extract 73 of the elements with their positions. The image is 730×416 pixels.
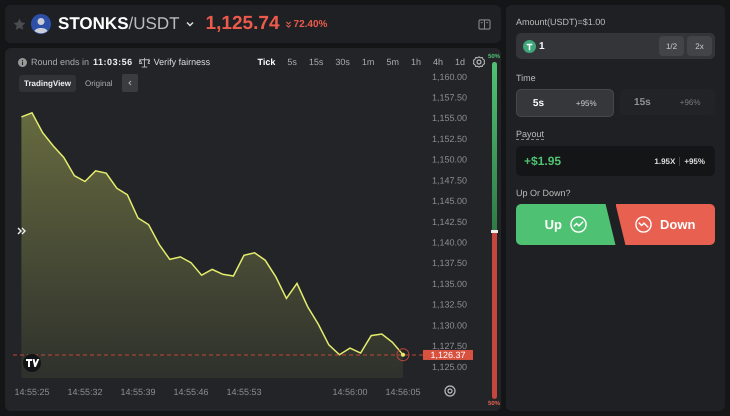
bonus: +95% [576,98,597,108]
payout-label: Payout [516,129,544,140]
trend-up-icon [570,216,587,233]
duration: 5s [532,98,544,108]
y-axis-label: 1,145.00 [432,196,467,206]
y-axis-label: 1,157.50 [432,92,467,103]
half-button[interactable]: 1/2 [659,36,684,56]
current-price-tag: 1,126.37 [423,350,473,360]
y-axis-label: 1,130.00 [432,320,467,330]
y-axis-label: 1,140.00 [432,238,467,248]
interval-tab[interactable]: Tick [254,57,280,67]
y-axis-label: 1,147.50 [432,175,467,186]
settings-icon[interactable] [473,56,485,68]
x-axis-label: 14:55:39 [120,387,156,397]
star-icon[interactable] [13,18,26,30]
x-axis-label: 14:55:25 [14,387,50,397]
bonus: +96% [680,98,700,106]
x-axis-label: 14:55:46 [173,387,209,397]
x-axis-label: 14:55:53 [226,387,262,397]
avatar-icon [31,14,51,34]
settings-icon[interactable] [444,385,456,397]
duration: 15s [634,96,651,108]
chevron-down-icon[interactable] [184,19,195,29]
collapse-button[interactable] [122,74,138,92]
ref-line-label: 1,126.37 [430,350,466,360]
direction-label: Up Or Down? [516,188,571,198]
chart-view-tab[interactable]: Original [80,74,118,92]
current-point-marker [396,348,410,362]
coin-icon [523,40,536,52]
y-axis-label: 1,137.50 [432,258,467,268]
pair-title[interactable]: STONKS/USDT [58,14,180,34]
interval-tab[interactable]: 15s [304,57,328,67]
double-button[interactable]: 2x [687,36,712,56]
trend-down-icon [635,216,652,233]
x-axis-label: 14:56:00 [332,387,368,397]
info-icon[interactable] [18,58,27,66]
interval-tab[interactable]: 30s [331,57,354,67]
amount-field[interactable]: 1 1/2 2x [516,33,715,59]
y-axis-label: 1,152.50 [432,134,467,144]
y-axis-label: 1,155.00 [432,113,467,124]
y-axis-label: 1,127.50 [432,341,467,352]
round-timer: 11:03:56 [93,57,133,67]
round-label: Round ends in [31,57,90,67]
price: 1,125.74 [206,13,280,35]
y-axis-label: 1,150.00 [432,154,467,165]
payout-multiplier: 1.95X [653,156,676,166]
double-down-arrow-icon [284,20,292,28]
amount-value: 1 [539,40,545,52]
y-axis-label: 1,132.50 [432,300,467,310]
interval-tab[interactable]: 5m [382,57,403,67]
payout-value: +$1.95 [524,154,562,168]
scale-icon [138,56,150,68]
price-change: 72.40% [294,18,328,30]
book-icon[interactable] [478,18,491,30]
interval-tab[interactable]: 5s [283,57,301,67]
y-axis-label: 1,135.00 [432,278,467,289]
interval-tab[interactable]: 4h [428,57,447,67]
y-axis-label: 1,125.00 [432,362,467,372]
time-option[interactable]: 5s +95% [516,89,614,117]
tradingview-logo-icon [23,354,41,372]
y-axis-label: 1,160.00 [432,72,467,82]
payout-bonus: +95% [679,156,709,166]
interval-tab[interactable]: 1m [358,57,378,67]
x-axis-label: 14:55:32 [67,387,103,397]
x-axis-label: 14:56:05 [385,387,421,397]
amount-label: Amount(USDT)=$1.00 [516,17,606,27]
interval-tab[interactable]: 1d [450,57,469,67]
chart-view-tab[interactable]: TradingView [19,74,76,92]
time-label: Time [516,73,536,83]
y-axis-label: 1,142.50 [432,216,467,227]
expand-icon[interactable] [17,227,27,235]
verify-fairness-link[interactable]: Verify fairness [154,57,210,67]
interval-tab[interactable]: 1h [406,57,425,67]
